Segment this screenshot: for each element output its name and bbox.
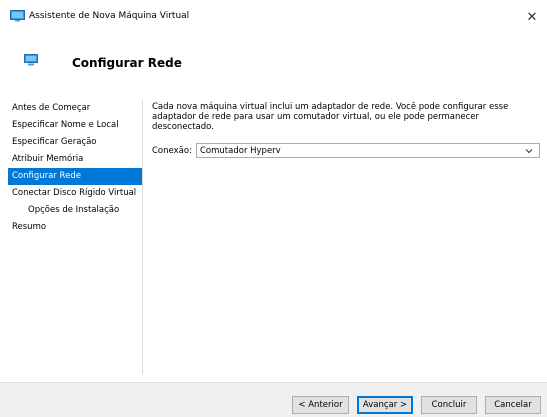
monitor-icon <box>24 54 38 66</box>
connection-row: Conexão: Comutador Hyperv <box>152 143 540 158</box>
chevron-down-icon <box>525 148 533 153</box>
wizard-footer: < Anterior Avançar > Concluir Cancelar <box>0 382 547 417</box>
sidebar-item-especificar-nome-e-local[interactable]: Especificar Nome e Local <box>8 117 142 134</box>
connection-label: Conexão: <box>152 145 192 156</box>
close-button[interactable]: ✕ <box>517 0 547 34</box>
sidebar-divider <box>142 100 143 374</box>
next-button[interactable]: Avançar > <box>357 396 413 414</box>
connection-select[interactable]: Comutador Hyperv <box>196 143 540 158</box>
title-bar: Assistente de Nova Máquina Virtual ✕ <box>0 0 547 34</box>
cancel-button[interactable]: Cancelar <box>485 396 541 414</box>
monitor-icon <box>10 10 25 22</box>
sidebar-item-resumo[interactable]: Resumo <box>8 219 142 236</box>
wizard-body: Antes de Começar Especificar Nome e Loca… <box>0 92 547 382</box>
previous-button[interactable]: < Anterior <box>292 396 349 414</box>
step-content: Cada nova máquina virtual inclui um adap… <box>152 102 540 158</box>
wizard-header: Configurar Rede <box>0 34 547 92</box>
sidebar-item-atribuir-memoria[interactable]: Atribuir Memória <box>8 151 142 168</box>
sidebar-item-antes-de-comecar[interactable]: Antes de Começar <box>8 100 142 117</box>
step-description: Cada nova máquina virtual inclui um adap… <box>152 102 509 132</box>
sidebar-item-opcoes-de-instalacao[interactable]: Opções de Instalação <box>8 202 142 219</box>
connection-value: Comutador Hyperv <box>200 145 281 156</box>
sidebar-item-especificar-geracao[interactable]: Especificar Geração <box>8 134 142 151</box>
close-icon: ✕ <box>526 9 538 25</box>
finish-button[interactable]: Concluir <box>421 396 477 414</box>
page-title: Configurar Rede <box>72 56 182 70</box>
wizard-steps: Antes de Começar Especificar Nome e Loca… <box>8 100 142 370</box>
sidebar-item-configurar-rede[interactable]: Configurar Rede <box>8 168 142 185</box>
window-title: Assistente de Nova Máquina Virtual <box>29 11 190 21</box>
sidebar-item-conectar-disco[interactable]: Conectar Disco Rígido Virtual <box>8 185 142 202</box>
